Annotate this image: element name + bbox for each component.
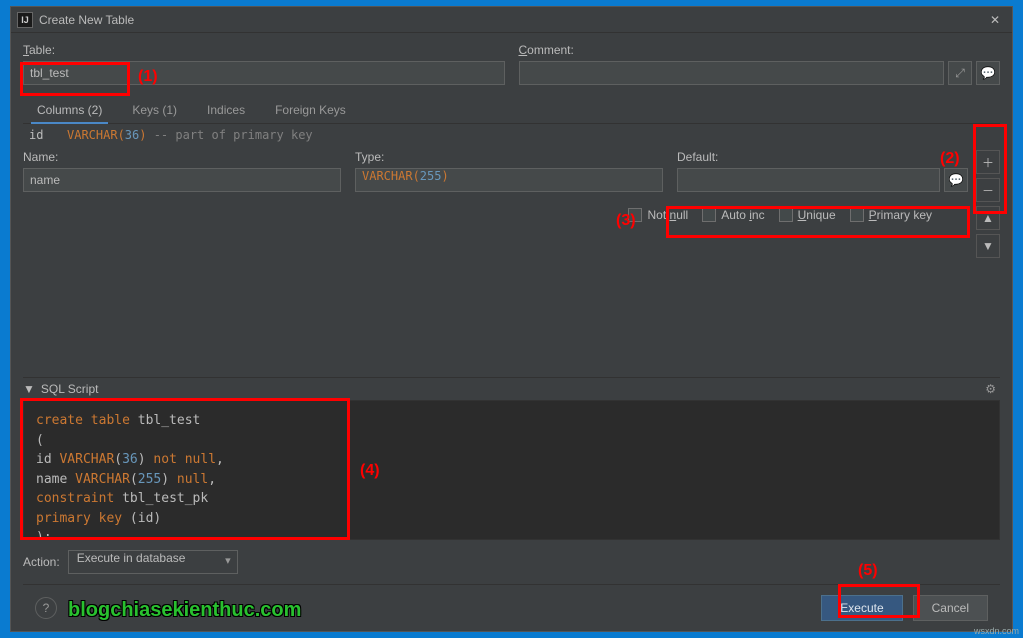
move-up-button[interactable]: ▲ xyxy=(976,206,1000,230)
tab-foreign-keys[interactable]: Foreign Keys xyxy=(269,97,352,123)
comment-label: Comment: xyxy=(519,43,1001,57)
type-label: Type: xyxy=(355,150,663,164)
sql-preview[interactable]: create table tbl_test ( id VARCHAR(36) n… xyxy=(23,400,1000,540)
table-label: Table: xyxy=(23,43,505,57)
cancel-button[interactable]: Cancel xyxy=(913,595,988,621)
bottom-bar: ? Execute Cancel xyxy=(23,584,1000,631)
sql-script-header: ▼ SQL Script ⚙ xyxy=(23,377,1000,400)
notnull-checkbox[interactable]: Not null xyxy=(628,208,688,222)
col-id-note: -- part of primary key xyxy=(146,128,312,142)
table-name-input[interactable] xyxy=(23,61,505,85)
column-side-buttons: ＋ － ▲ ▼ xyxy=(976,150,1000,262)
default-comment-icon[interactable]: 💬 xyxy=(944,168,968,192)
tab-indices[interactable]: Indices xyxy=(201,97,251,123)
comment-input[interactable] xyxy=(519,61,945,85)
remove-column-button[interactable]: － xyxy=(976,178,1000,202)
default-label: Default: xyxy=(677,150,968,164)
content: Table: Comment: ⤢ 💬 Columns (2) Keys (1)… xyxy=(11,33,1012,631)
sql-script-toggle[interactable]: ▼ xyxy=(23,382,35,396)
tabs: Columns (2) Keys (1) Indices Foreign Key… xyxy=(23,97,1000,124)
move-down-button[interactable]: ▼ xyxy=(976,234,1000,258)
create-table-dialog: IJ Create New Table ✕ Table: Comment: ⤢ … xyxy=(10,6,1013,632)
action-label: Action: xyxy=(23,555,60,569)
sql-script-label: SQL Script xyxy=(41,382,99,396)
col-id-type-kw: VARCHAR( xyxy=(67,128,125,142)
add-column-button[interactable]: ＋ xyxy=(976,150,1000,174)
tab-columns[interactable]: Columns (2) xyxy=(31,97,108,123)
window-title: Create New Table xyxy=(39,13,984,27)
unique-checkbox[interactable]: Unique xyxy=(779,208,836,222)
action-row: Action: Execute in database xyxy=(23,550,1000,574)
gear-icon[interactable]: ⚙ xyxy=(985,382,1000,396)
primarykey-checkbox[interactable]: Primary key xyxy=(850,208,932,222)
app-icon: IJ xyxy=(17,12,33,28)
execute-button[interactable]: Execute xyxy=(821,595,902,621)
column-preview-row[interactable]: id VARCHAR(36) -- part of primary key xyxy=(23,124,1000,146)
name-label: Name: xyxy=(23,150,341,164)
action-select[interactable]: Execute in database xyxy=(68,550,238,574)
column-default-input[interactable] xyxy=(677,168,940,192)
tab-keys[interactable]: Keys (1) xyxy=(126,97,183,123)
comment-icon[interactable]: 💬 xyxy=(976,61,1000,85)
expand-icon[interactable]: ⤢ xyxy=(948,61,972,85)
column-type-input[interactable]: VARCHAR(255) xyxy=(355,168,663,192)
column-name-input[interactable] xyxy=(23,168,341,192)
column-flags: Not null Auto inc Unique Primary key xyxy=(23,208,932,222)
autoinc-checkbox[interactable]: Auto inc xyxy=(702,208,764,222)
col-id-name: id xyxy=(29,128,59,142)
col-id-type-num: 36 xyxy=(125,128,139,142)
close-icon[interactable]: ✕ xyxy=(984,11,1006,29)
titlebar: IJ Create New Table ✕ xyxy=(11,7,1012,33)
help-button[interactable]: ? xyxy=(35,597,57,619)
